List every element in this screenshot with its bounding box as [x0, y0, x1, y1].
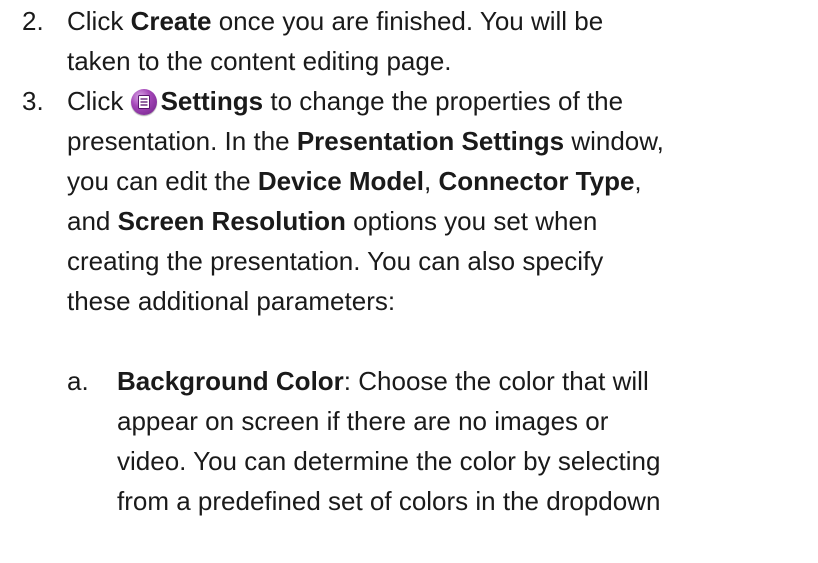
device-model-label: Device Model	[257, 166, 424, 196]
step-3-line-2: presentation. In the Presentation Settin…	[67, 121, 812, 161]
step-2-line-1: Click Create once you are finished. You …	[67, 1, 812, 41]
step-3-text: Click Settings to change the properties …	[67, 81, 812, 321]
step-3-line-6: these additional parameters:	[67, 286, 396, 316]
document-page: 2. Click Create once you are finished. Y…	[0, 0, 818, 563]
substep-a-line-2: appear on screen if there are no images …	[117, 406, 609, 436]
presentation-settings-label: Presentation Settings	[296, 126, 565, 156]
background-color-label: Background Color	[117, 366, 344, 396]
screen-resolution-label: Screen Resolution	[117, 206, 346, 236]
text-run: ,	[634, 166, 642, 196]
step-2-line-2: taken to the content editing page.	[67, 46, 452, 76]
text-run: presentation. In the	[67, 126, 297, 156]
text-run: Click	[67, 86, 131, 116]
substep-a-line-4: from a predefined set of colors in the d…	[117, 486, 661, 516]
step-2-text: Click Create once you are finished. You …	[67, 1, 812, 81]
step-3-line-5: creating the presentation. You can also …	[67, 246, 604, 276]
step-3-line-4: and Screen Resolution options you set wh…	[67, 201, 812, 241]
settings-label: Settings	[160, 86, 264, 116]
text-run: options you set when	[345, 206, 598, 236]
step-number: 3.	[22, 86, 44, 116]
text-run: window,	[564, 126, 664, 156]
settings-icon	[130, 89, 157, 115]
substep-letter: a.	[67, 366, 89, 396]
substep-a-line-1: Background Color: Choose the color that …	[117, 361, 817, 401]
text-run: you can edit the	[67, 166, 258, 196]
step-3-line-3: you can edit the Device Model, Connector…	[67, 161, 812, 201]
step-3-line-1: Click Settings to change the properties …	[67, 81, 812, 121]
connector-type-label: Connector Type	[438, 166, 635, 196]
step-number: 2.	[22, 6, 44, 36]
text-run: once you are finished. You will be	[211, 6, 604, 36]
text-run: and	[67, 206, 118, 236]
text-run: to change the properties of the	[263, 86, 624, 116]
create-label: Create	[130, 6, 212, 36]
substep-a-line-3: video. You can determine the color by se…	[117, 446, 661, 476]
text-run: : Choose the color that will	[343, 366, 649, 396]
text-run: Click	[67, 6, 131, 36]
substep-a-text: Background Color: Choose the color that …	[117, 361, 817, 521]
text-run: ,	[423, 166, 439, 196]
